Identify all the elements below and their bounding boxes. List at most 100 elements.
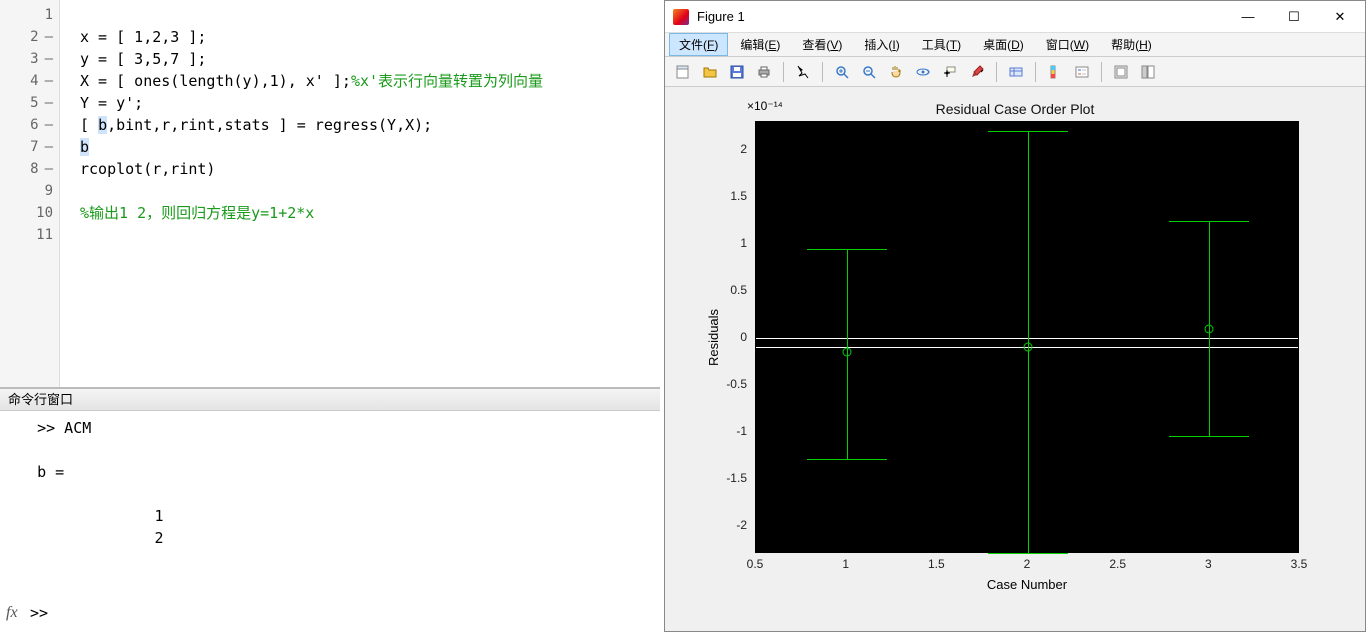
plot-area[interactable] [755, 121, 1299, 553]
toolbar-sep [783, 62, 784, 82]
edit-plot-icon[interactable] [791, 60, 815, 84]
brush-icon[interactable] [965, 60, 989, 84]
window-controls: — ☐ ✕ [1225, 2, 1363, 32]
y-tick-label: 0 [740, 330, 747, 344]
show-tools-icon[interactable] [1136, 60, 1160, 84]
figure-titlebar[interactable]: Figure 1 — ☐ ✕ [665, 1, 1365, 33]
editor-pane: 12–3–4–5–6–7–8–91011 x = [ 1,2,3 ];y = [… [0, 0, 660, 388]
code-line[interactable]: x = [ 1,2,3 ]; [80, 26, 640, 48]
line-number: 7– [0, 136, 59, 158]
command-prompt[interactable]: >> [30, 604, 48, 622]
y-tick-label: 1.5 [730, 189, 747, 203]
save-icon[interactable] [725, 60, 749, 84]
y-tick-label: -1 [736, 424, 747, 438]
x-tick-label: 1 [842, 557, 849, 571]
errorbar[interactable] [1169, 221, 1249, 437]
menu-help[interactable]: 帮助(H) [1101, 33, 1162, 56]
pan-icon[interactable] [884, 60, 908, 84]
command-output-line: 2 [10, 527, 650, 549]
menu-view[interactable]: 查看(V) [792, 33, 852, 56]
zoom-in-icon[interactable] [830, 60, 854, 84]
y-tick-label: 1 [740, 236, 747, 250]
code-line[interactable]: b [80, 136, 640, 158]
open-icon[interactable] [698, 60, 722, 84]
line-number: 6– [0, 114, 59, 136]
menu-window[interactable]: 窗口(W) [1036, 33, 1099, 56]
minimize-button[interactable]: — [1225, 2, 1271, 32]
errorbar[interactable] [807, 249, 887, 460]
close-button[interactable]: ✕ [1317, 2, 1363, 32]
y-tick-label: 2 [740, 142, 747, 156]
x-tick-label: 2 [1024, 557, 1031, 571]
y-tick-label: -1.5 [726, 471, 747, 485]
command-output-line: b = [10, 461, 650, 483]
new-figure-icon[interactable] [671, 60, 695, 84]
fx-icon[interactable]: fx [6, 604, 18, 622]
command-output-line [10, 439, 650, 461]
menu-desktop[interactable]: 桌面(D) [973, 33, 1034, 56]
code-line[interactable] [80, 224, 640, 246]
line-number: 11 [0, 224, 59, 246]
line-number: 10 [0, 202, 59, 224]
line-number: 5– [0, 92, 59, 114]
code-line[interactable]: y = [ 3,5,7 ]; [80, 48, 640, 70]
toolbar-sep [996, 62, 997, 82]
figure-toolbar [665, 57, 1365, 87]
chart: ×10⁻¹⁴ Residual Case Order Plot Residual… [665, 97, 1365, 621]
print-icon[interactable] [752, 60, 776, 84]
figure-menubar: 文件(F) 编辑(E) 查看(V) 插入(I) 工具(T) 桌面(D) 窗口(W… [665, 33, 1365, 57]
line-gutter: 12–3–4–5–6–7–8–91011 [0, 0, 60, 387]
line-number: 1 [0, 4, 59, 26]
zoom-out-icon[interactable] [857, 60, 881, 84]
command-output-line [10, 549, 650, 571]
insert-colorbar-icon[interactable] [1043, 60, 1067, 84]
y-ticks: -2-1.5-1-0.500.511.52 [665, 121, 751, 553]
x-tick-label: 3 [1205, 557, 1212, 571]
matlab-icon [673, 9, 689, 25]
chart-title: Residual Case Order Plot [665, 101, 1365, 117]
residual-marker[interactable] [1024, 343, 1033, 352]
menu-file[interactable]: 文件(F) [669, 33, 728, 56]
line-number: 2– [0, 26, 59, 48]
errorbar[interactable] [988, 131, 1068, 554]
code-line[interactable] [80, 180, 640, 202]
x-tick-label: 0.5 [747, 557, 764, 571]
code-line[interactable]: X = [ ones(length(y),1), x' ];%x'表示行向量转置… [80, 70, 640, 92]
menu-edit[interactable]: 编辑(E) [730, 33, 790, 56]
y-tick-label: 0.5 [730, 283, 747, 297]
code-line[interactable]: rcoplot(r,rint) [80, 158, 640, 180]
code-line[interactable]: Y = y'; [80, 92, 640, 114]
code-line[interactable]: %输出1 2，则回归方程是y=1+2*x [80, 202, 640, 224]
command-window: 命令行窗口 >> ACM b = 1 2 fx >> [0, 388, 660, 632]
x-tick-label: 1.5 [928, 557, 945, 571]
hide-tools-icon[interactable] [1109, 60, 1133, 84]
x-tick-label: 2.5 [1109, 557, 1126, 571]
residual-marker[interactable] [1205, 324, 1214, 333]
command-output-line: 1 [10, 505, 650, 527]
x-tick-label: 3.5 [1291, 557, 1308, 571]
toolbar-sep [822, 62, 823, 82]
figure-window: Figure 1 — ☐ ✕ 文件(F) 编辑(E) 查看(V) 插入(I) 工… [664, 0, 1366, 632]
line-number: 4– [0, 70, 59, 92]
y-tick-label: -0.5 [726, 377, 747, 391]
code-line[interactable]: [ b,bint,r,rint,stats ] = regress(Y,X); [80, 114, 640, 136]
figure-canvas[interactable]: ×10⁻¹⁴ Residual Case Order Plot Residual… [665, 87, 1365, 631]
menu-tools[interactable]: 工具(T) [912, 33, 971, 56]
command-window-body[interactable]: >> ACM b = 1 2 fx >> [0, 411, 660, 632]
x-axis-label: Case Number [755, 577, 1299, 592]
figure-title: Figure 1 [697, 9, 745, 24]
code-line[interactable] [80, 4, 640, 26]
line-number: 9 [0, 180, 59, 202]
residual-marker[interactable] [842, 348, 851, 357]
command-window-title: 命令行窗口 [0, 389, 660, 411]
rotate-3d-icon[interactable] [911, 60, 935, 84]
menu-insert[interactable]: 插入(I) [854, 33, 909, 56]
data-cursor-icon[interactable] [938, 60, 962, 84]
insert-legend-icon[interactable] [1070, 60, 1094, 84]
code-area[interactable]: x = [ 1,2,3 ];y = [ 3,5,7 ];X = [ ones(l… [60, 0, 660, 250]
line-number: 3– [0, 48, 59, 70]
link-icon[interactable] [1004, 60, 1028, 84]
command-output-line: >> ACM [10, 417, 650, 439]
toolbar-sep [1035, 62, 1036, 82]
maximize-button[interactable]: ☐ [1271, 2, 1317, 32]
